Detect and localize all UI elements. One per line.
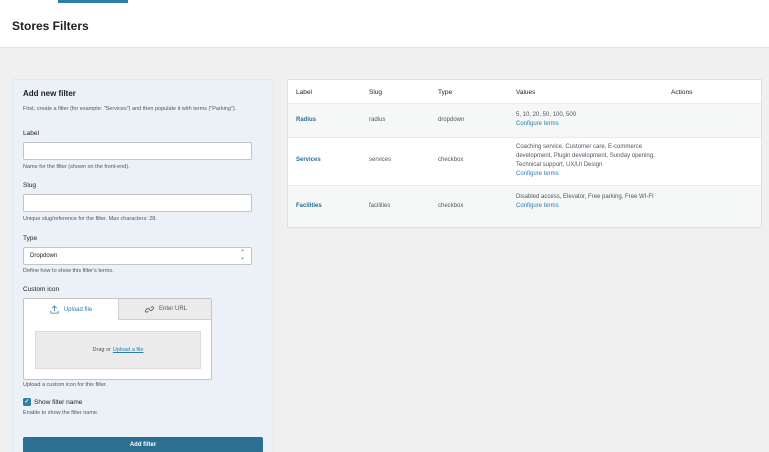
table-row: Radius radius dropdown 5, 10, 20, 50, 10…	[288, 103, 761, 137]
filter-values: Coaching service, Customer care, E-comme…	[516, 143, 664, 179]
slug-input[interactable]	[23, 194, 252, 212]
show-filter-name-label: Show filter name	[34, 398, 83, 406]
tab-enter-url[interactable]: Enter URL	[118, 299, 211, 320]
type-select[interactable]: Dropdown ⌃ ⌄	[23, 247, 252, 265]
upload-icon	[50, 305, 59, 314]
active-tab-indicator	[58, 0, 128, 3]
file-drop-zone[interactable]: Drag or Upload a file	[35, 331, 201, 369]
column-header-slug: Slug	[369, 89, 383, 96]
type-help: Define how to show this filter's terms.	[23, 268, 114, 274]
label-input[interactable]	[23, 142, 252, 160]
page-title: Stores Filters	[12, 19, 89, 33]
filters-table: Label Slug Type Values Actions Radius ra…	[287, 79, 762, 228]
drop-zone-text: Drag or	[92, 347, 111, 353]
type-select-value: Dropdown	[30, 253, 58, 259]
icon-upload-box: Upload file Enter URL Drag or Upload a f…	[23, 298, 212, 380]
custom-icon-help: Upload a custom icon for this filter.	[23, 382, 108, 388]
configure-terms-link[interactable]: Configure terms	[516, 120, 664, 129]
filter-slug: services	[369, 157, 392, 163]
table-row: Facilities facilities checkbox Disabled …	[288, 185, 761, 227]
add-filter-intro: First, create a filter (for example: "Se…	[23, 106, 237, 112]
tab-upload-file[interactable]: Upload file	[24, 299, 118, 320]
filter-type: checkbox	[438, 157, 464, 163]
configure-terms-link[interactable]: Configure terms	[516, 202, 664, 211]
show-filter-name-help: Enable to show the filter name.	[23, 410, 99, 416]
tab-enter-url-label: Enter URL	[158, 306, 187, 312]
checkmark-icon: ✓	[24, 399, 30, 405]
upload-file-link[interactable]: Upload a file	[113, 347, 144, 353]
filter-type: checkbox	[438, 203, 464, 209]
filter-values: 5, 10, 20, 50, 100, 500 Configure terms	[516, 111, 664, 129]
show-filter-name-checkbox[interactable]: ✓	[23, 398, 31, 406]
column-header-type: Type	[438, 89, 453, 96]
column-header-label: Label	[296, 89, 312, 96]
filter-values: Disabled access, Elevator, Free parking,…	[516, 193, 664, 211]
custom-icon-label: Custom icon	[23, 286, 60, 293]
add-filter-panel: Add new filter First, create a filter (f…	[12, 79, 274, 452]
show-filter-name-row: ✓ Show filter name	[23, 398, 82, 406]
filter-label-link[interactable]: Facilities	[296, 202, 322, 211]
link-icon	[145, 305, 154, 313]
filter-type: dropdown	[438, 117, 465, 123]
filter-label-link[interactable]: Services	[296, 156, 321, 165]
add-filter-heading: Add new filter	[23, 89, 76, 98]
label-help: Name for the filter (shown on the front-…	[23, 164, 130, 170]
table-row: Services services checkbox Coaching serv…	[288, 137, 761, 185]
chevron-updown-icon: ⌃ ⌄	[239, 250, 245, 261]
filter-slug: facilities	[369, 203, 391, 209]
type-field-label: Type	[23, 235, 38, 242]
column-header-values: Values	[516, 89, 536, 96]
filter-values-text: Coaching service, Customer care, E-comme…	[516, 144, 655, 168]
label-field-label: Label	[23, 130, 39, 137]
column-header-actions: Actions	[671, 89, 693, 96]
filter-values-text: 5, 10, 20, 50, 100, 500	[516, 112, 577, 118]
filter-values-text: Disabled access, Elevator, Free parking,…	[516, 194, 654, 200]
top-bar: Stores Filters	[0, 0, 769, 48]
filter-label-link[interactable]: Radius	[296, 116, 316, 125]
slug-field-label: Slug	[23, 182, 37, 189]
add-filter-button[interactable]: Add filter	[23, 437, 263, 452]
tab-upload-file-label: Upload file	[63, 306, 93, 313]
slug-help: Unique slug/reference for the filter. Ma…	[23, 216, 157, 222]
configure-terms-link[interactable]: Configure terms	[516, 170, 664, 179]
filter-slug: radius	[369, 117, 386, 123]
